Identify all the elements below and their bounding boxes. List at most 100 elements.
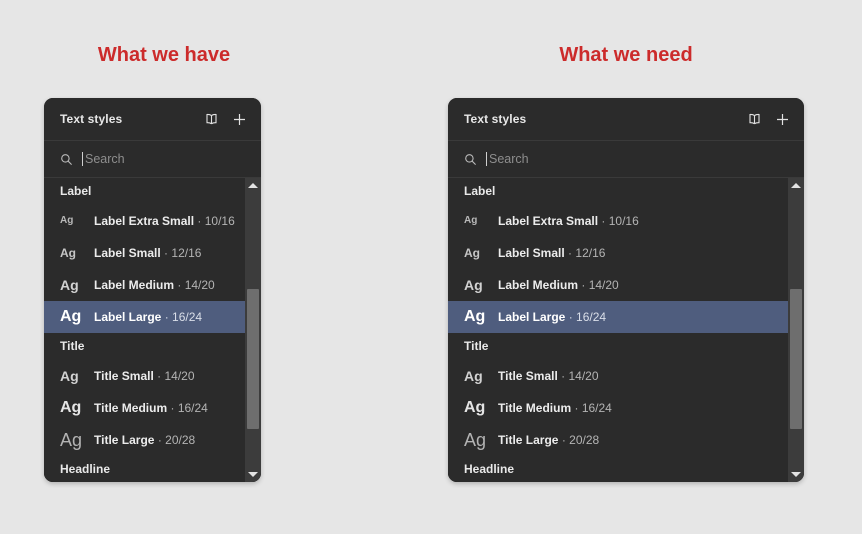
vertical-scrollbar[interactable] xyxy=(245,178,261,482)
panel-title: Text styles xyxy=(464,112,527,126)
group-header-headline: Headline xyxy=(44,456,261,482)
scrollbar-track[interactable] xyxy=(245,193,261,467)
metrics-separator: · xyxy=(561,433,566,447)
metrics-separator: · xyxy=(164,310,169,324)
style-preview: Ag xyxy=(464,308,486,325)
metrics-separator: · xyxy=(568,246,573,260)
style-preview: Ag xyxy=(464,215,478,226)
header-icon-group xyxy=(203,111,248,128)
style-name: Label Large xyxy=(498,310,566,324)
comparison-stage: What we have What we need Text styles Se… xyxy=(0,0,862,534)
panel-header: Text styles xyxy=(44,98,261,141)
group-header-headline: Headline xyxy=(448,456,788,482)
metrics-value: 16/24 xyxy=(177,401,208,415)
metrics-value: 16/24 xyxy=(581,401,612,415)
plus-icon[interactable] xyxy=(231,111,248,128)
style-preview: Ag xyxy=(464,277,483,293)
scroll-up-button[interactable] xyxy=(245,178,261,193)
style-metrics: · 16/24 xyxy=(571,401,612,415)
caption-what-we-need: What we need xyxy=(559,44,693,66)
style-name: Label Small xyxy=(94,246,161,260)
list-item[interactable]: Ag Label Small · 12/16 xyxy=(44,237,261,269)
search-input[interactable]: Search xyxy=(486,152,792,166)
metrics-separator: · xyxy=(157,369,162,383)
list-item-selected[interactable]: Ag Label Large · 16/24 xyxy=(448,301,788,333)
metrics-value: 16/24 xyxy=(576,310,607,324)
style-preview: Ag xyxy=(60,399,82,416)
list-item[interactable]: Ag Title Large · 20/28 xyxy=(448,424,788,456)
metrics-separator: · xyxy=(574,401,579,415)
style-name: Title Small xyxy=(498,369,558,383)
list-item[interactable]: Ag Label Medium · 14/20 xyxy=(448,269,788,301)
search-input[interactable]: Search xyxy=(82,152,249,166)
style-metrics: · 14/20 xyxy=(174,278,214,292)
vertical-scrollbar[interactable] xyxy=(788,178,804,482)
list-item[interactable]: Ag Title Medium · 16/24 xyxy=(44,392,261,424)
scrollbar-thumb[interactable] xyxy=(247,289,259,429)
search-placeholder: Search xyxy=(489,152,529,166)
style-preview: Ag xyxy=(60,246,76,260)
style-name: Label Extra Small xyxy=(498,214,599,228)
list-item[interactable]: Ag Title Large · 20/28 xyxy=(44,424,261,456)
style-preview: Ag xyxy=(464,430,487,450)
header-icon-group xyxy=(746,111,791,128)
scroll-up-button[interactable] xyxy=(788,178,804,193)
style-metrics: · 16/24 xyxy=(167,401,208,415)
list-item[interactable]: Ag Label Extra Small · 10/16 xyxy=(44,205,261,237)
book-icon[interactable] xyxy=(203,111,220,128)
text-styles-panel-current: Text styles Search Label Ag Label Extra … xyxy=(44,98,261,482)
metrics-value: 14/20 xyxy=(588,278,619,292)
search-icon xyxy=(464,153,477,166)
search-row[interactable]: Search xyxy=(448,141,804,178)
search-icon xyxy=(60,153,73,166)
metrics-value: 20/28 xyxy=(165,433,196,447)
style-list-viewport: Label Ag Label Extra Small · 10/16 Ag La… xyxy=(44,178,261,482)
style-preview: Ag xyxy=(60,308,82,325)
metrics-separator: · xyxy=(568,310,573,324)
caption-what-we-have: What we have xyxy=(97,44,231,66)
text-styles-panel-target: Text styles Search Label Ag Label Extra … xyxy=(448,98,804,482)
style-list-viewport: Label Ag Label Extra Small · 10/16 Ag La… xyxy=(448,178,788,482)
list-item[interactable]: Ag Title Small · 14/20 xyxy=(448,360,788,392)
style-metrics: · 12/16 xyxy=(565,246,605,260)
triangle-down-icon xyxy=(791,472,801,477)
list-item[interactable]: Ag Label Small · 12/16 xyxy=(448,237,788,269)
list-item[interactable]: Ag Label Medium · 14/20 xyxy=(44,269,261,301)
style-metrics: · 12/16 xyxy=(161,246,201,260)
style-metrics: · 14/20 xyxy=(578,278,619,292)
group-header-label: Label xyxy=(44,178,261,205)
scroll-down-button[interactable] xyxy=(245,467,261,482)
style-name: Label Small xyxy=(498,246,565,260)
metrics-separator: · xyxy=(170,401,175,415)
search-row[interactable]: Search xyxy=(44,141,261,178)
style-name: Title Medium xyxy=(498,401,572,415)
metrics-value: 20/28 xyxy=(569,433,600,447)
list-item[interactable]: Ag Label Extra Small · 10/16 xyxy=(448,205,788,237)
triangle-up-icon xyxy=(248,183,258,188)
list-item-selected[interactable]: Ag Label Large · 16/24 xyxy=(44,301,261,333)
group-header-title: Title xyxy=(44,333,261,360)
style-preview: Ag xyxy=(60,368,79,384)
list-item[interactable]: Ag Title Small · 14/20 xyxy=(44,360,261,392)
style-name: Label Large xyxy=(94,310,162,324)
style-name: Title Large xyxy=(94,433,155,447)
style-metrics: · 16/24 xyxy=(565,310,606,324)
metrics-separator: · xyxy=(164,246,169,260)
triangle-down-icon xyxy=(248,472,258,477)
plus-icon[interactable] xyxy=(774,111,791,128)
book-icon[interactable] xyxy=(746,111,763,128)
metrics-separator: · xyxy=(561,369,566,383)
scrollbar-track[interactable] xyxy=(788,193,804,467)
style-metrics: · 20/28 xyxy=(154,433,195,447)
style-metrics: · 10/16 xyxy=(598,214,638,228)
scrollbar-thumb[interactable] xyxy=(790,289,802,429)
style-preview: Ag xyxy=(464,246,480,260)
style-name: Label Medium xyxy=(498,278,579,292)
style-preview: Ag xyxy=(60,277,79,293)
text-caret xyxy=(486,152,487,166)
text-caret xyxy=(82,152,83,166)
style-preview: Ag xyxy=(464,368,483,384)
scroll-down-button[interactable] xyxy=(788,467,804,482)
group-header-title: Title xyxy=(448,333,788,360)
list-item[interactable]: Ag Title Medium · 16/24 xyxy=(448,392,788,424)
